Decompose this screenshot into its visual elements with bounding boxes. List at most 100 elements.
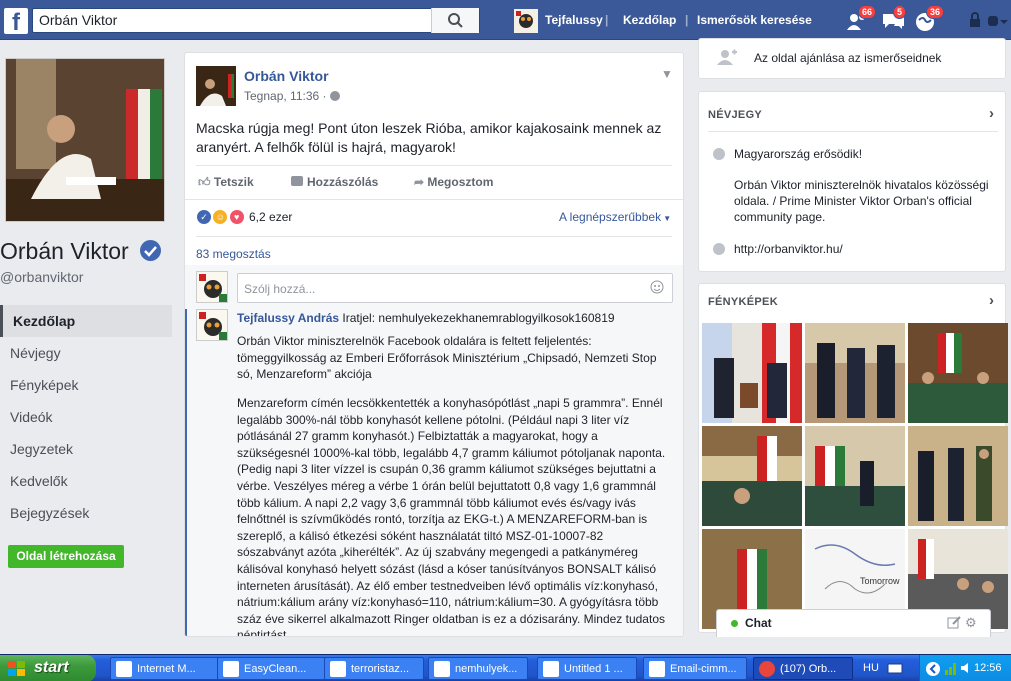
comment-placeholder: Szólj hozzá... xyxy=(244,282,316,296)
photo-thumbnail[interactable] xyxy=(702,426,802,526)
profile-photo-image xyxy=(6,59,164,221)
task-label: terroristaz... xyxy=(351,663,410,675)
chevron-right-icon[interactable]: › xyxy=(989,292,994,309)
about-website-link[interactable]: http://orbanviktor.hu/ xyxy=(734,241,843,257)
svg-text:Tomorrow: Tomorrow xyxy=(860,576,900,586)
chevron-right-icon[interactable]: › xyxy=(989,105,994,122)
emoji-icon[interactable] xyxy=(650,280,664,297)
nav-notes[interactable]: Jegyzetek xyxy=(0,433,172,465)
notifications-button[interactable]: 36 xyxy=(913,5,945,34)
taskbar-button[interactable]: Internet M... xyxy=(110,657,228,680)
home-link[interactable]: Kezdőlap xyxy=(623,13,676,27)
taskbar-button[interactable]: Untitled 1 ... xyxy=(537,657,637,680)
post-author-name[interactable]: Orbán Viktor xyxy=(244,68,329,84)
share-button[interactable]: ➦ Megosztom xyxy=(414,175,493,189)
gear-icon[interactable]: ⚙ xyxy=(965,615,977,631)
nav-videos[interactable]: Videók xyxy=(0,401,172,433)
chrome-icon xyxy=(759,661,775,677)
commenter-name[interactable]: Tejfalussy András xyxy=(237,311,339,325)
task-label: Internet M... xyxy=(137,663,196,675)
taskbar-button[interactable]: nemhulyek... xyxy=(428,657,528,680)
profile-sidebar: Orbán Viktor @orbanviktor Kezdőlap Névje… xyxy=(0,52,172,652)
post-author-avatar[interactable] xyxy=(196,66,236,106)
find-friends-link[interactable]: Ismerősök keresése xyxy=(697,13,812,27)
nav-likes[interactable]: Kedvelők xyxy=(0,465,172,497)
reaction-icons[interactable]: ✓ ☺ ♥ xyxy=(196,209,245,225)
photo-thumbnail[interactable] xyxy=(805,426,905,526)
comment-header: Tejfalussy András Iratjel: nemhulyekezek… xyxy=(237,311,615,325)
post-time[interactable]: Tegnap, 11:36 · xyxy=(244,89,330,103)
photo-thumbnail[interactable] xyxy=(908,426,1008,526)
taskbar-button[interactable]: terroristaz... xyxy=(324,657,424,680)
facebook-logo-icon[interactable]: f xyxy=(4,8,28,34)
like-button[interactable]: 👍︎ Tetszik xyxy=(198,175,254,190)
friend-requests-badge: 66 xyxy=(858,5,877,19)
document-icon xyxy=(434,661,450,677)
lock-icon xyxy=(970,12,980,27)
taskbar-button[interactable]: EasyClean... xyxy=(217,657,329,680)
start-label: start xyxy=(34,659,69,676)
clock[interactable]: 12:56 xyxy=(974,662,1002,674)
search-icon xyxy=(448,13,463,28)
signal-bars-icon[interactable] xyxy=(944,661,958,678)
post-timestamp[interactable]: Tegnap, 11:36 · xyxy=(244,89,340,103)
user-name-link[interactable]: Tejfalussy xyxy=(545,13,603,27)
chat-bar[interactable]: Chat ⚙ xyxy=(716,609,991,637)
about-title[interactable]: NÉVJEGY xyxy=(708,109,762,121)
online-status-icon xyxy=(731,620,738,627)
divider xyxy=(196,236,672,237)
sort-label: A legnépszerűbbek xyxy=(559,210,662,224)
add-person-icon xyxy=(717,49,737,68)
user-avatar[interactable] xyxy=(514,9,538,33)
share-count[interactable]: 83 megosztás xyxy=(196,247,271,261)
photo-thumbnail[interactable] xyxy=(908,323,1008,423)
keyboard-icon[interactable] xyxy=(887,661,903,678)
about-tagline: Magyarország erősödik! xyxy=(734,147,863,161)
volume-icon[interactable] xyxy=(960,662,972,677)
nav-home[interactable]: Kezdőlap xyxy=(0,305,172,337)
sort-comments-dropdown[interactable]: A legnépszerűbbek ▼ xyxy=(559,210,671,224)
reaction-count[interactable]: 6,2 ezer xyxy=(249,210,292,224)
profile-picture[interactable] xyxy=(5,58,165,222)
cat-avatar-icon xyxy=(197,272,227,302)
commenter-avatar[interactable] xyxy=(196,309,228,341)
photo-thumbnail[interactable] xyxy=(805,323,905,423)
compose-icon[interactable] xyxy=(947,616,961,633)
account-menu-icon xyxy=(988,16,1008,26)
nav-about[interactable]: Névjegy xyxy=(0,337,172,369)
info-icon xyxy=(713,148,725,160)
nav-posts[interactable]: Bejegyzések xyxy=(0,497,172,529)
globe-icon xyxy=(713,243,725,255)
document-icon xyxy=(330,661,346,677)
create-page-button[interactable]: Oldal létrehozása xyxy=(8,545,124,568)
friend-requests-button[interactable]: 66 xyxy=(845,5,877,34)
post-options-chevron-icon[interactable]: ▼ xyxy=(661,67,673,81)
task-label: Email-cimm... xyxy=(670,663,737,675)
back-arrow-icon[interactable] xyxy=(925,661,941,680)
haha-reaction-icon: ☺ xyxy=(212,209,229,225)
taskbar-button[interactable]: (107) Orb... xyxy=(753,657,853,680)
taskbar-button[interactable]: Email-cimm... xyxy=(643,657,747,680)
comment: Tejfalussy András Iratjel: nemhulyekezek… xyxy=(185,309,683,637)
top-navigation-bar: f Tejfalussy | Kezdőlap | Ismerősök kere… xyxy=(0,0,1011,40)
recommend-text[interactable]: Az oldal ajánlása az ismerőseidnek xyxy=(754,50,941,66)
comment-paragraph: Menzareform címén lecsökkentették a kony… xyxy=(237,396,666,637)
internet-explorer-icon xyxy=(116,661,132,677)
start-button[interactable]: start xyxy=(0,655,96,681)
messages-badge: 5 xyxy=(893,5,907,19)
privacy-lock-button[interactable] xyxy=(968,12,982,31)
comment-input[interactable]: Szólj hozzá... xyxy=(237,273,673,303)
search-button[interactable] xyxy=(431,8,479,33)
notifications-badge: 36 xyxy=(926,5,945,19)
photos-title[interactable]: FÉNYKÉPEK xyxy=(708,296,778,308)
search-input[interactable] xyxy=(33,9,433,31)
recommend-card[interactable]: Az oldal ajánlása az ismerőseidnek xyxy=(698,38,1006,79)
photo-thumbnail[interactable] xyxy=(702,323,802,423)
page-handle[interactable]: @orbanviktor xyxy=(0,269,83,285)
nav-photos[interactable]: Fényképek xyxy=(0,369,172,401)
language-indicator[interactable]: HU xyxy=(863,662,879,674)
account-menu-button[interactable] xyxy=(988,14,1008,31)
author-photo-image xyxy=(196,66,236,106)
messages-button[interactable]: 5 xyxy=(880,5,907,34)
comment-button[interactable]: Hozzászólás xyxy=(291,175,378,189)
